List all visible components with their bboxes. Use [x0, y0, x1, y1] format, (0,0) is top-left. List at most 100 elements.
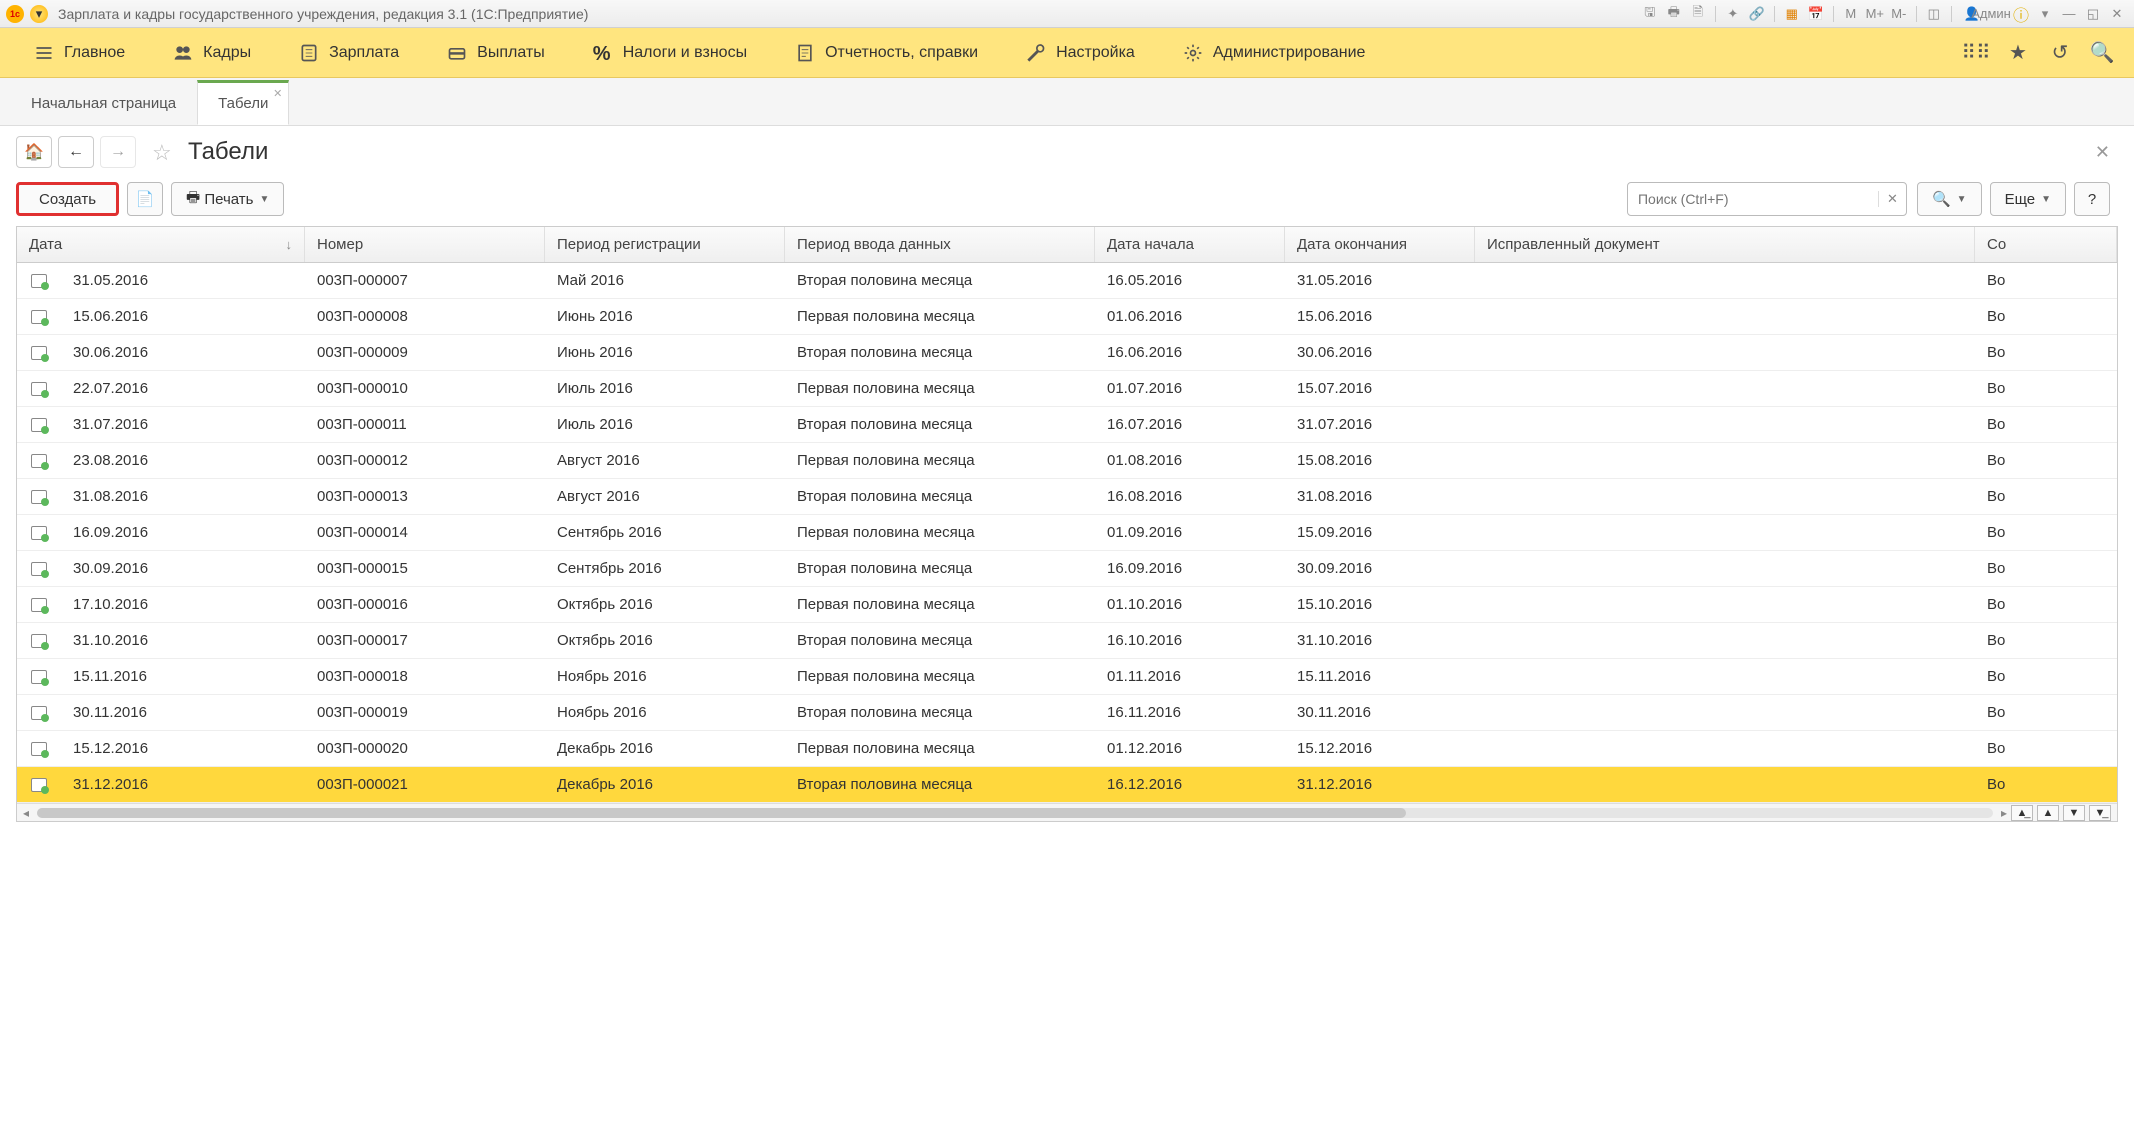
menu-hr[interactable]: Кадры — [149, 28, 275, 77]
row-status-icon — [17, 263, 61, 298]
calc-icon[interactable]: ▦ — [1781, 4, 1803, 24]
scrollbar-thumb[interactable] — [37, 808, 1406, 818]
current-user[interactable]: 👤 Админ — [1958, 4, 2008, 24]
save-icon[interactable]: 🖫 — [1639, 4, 1661, 24]
col-data-period[interactable]: Период ввода данных — [785, 227, 1095, 262]
cell-date-start: 01.09.2016 — [1095, 515, 1285, 550]
table-row[interactable]: 16.09.2016003П-000014Сентябрь 2016Первая… — [17, 515, 2117, 551]
row-status-icon — [17, 371, 61, 406]
m-button[interactable]: M — [1840, 4, 1862, 24]
app-dropdown-icon[interactable]: ▾ — [30, 5, 48, 23]
menu-payments[interactable]: Выплаты — [423, 28, 569, 77]
table-row[interactable]: 30.11.2016003П-000019Ноябрь 2016Вторая п… — [17, 695, 2117, 731]
col-date-start[interactable]: Дата начала — [1095, 227, 1285, 262]
star-icon[interactable]: ★ — [2006, 41, 2030, 65]
dropdown-icon[interactable]: ▾ — [2034, 4, 2056, 24]
more-button[interactable]: Еще▼ — [1990, 182, 2066, 216]
table-row[interactable]: 15.12.2016003П-000020Декабрь 2016Первая … — [17, 731, 2117, 767]
cell-date-end: 31.07.2016 — [1285, 407, 1475, 442]
tab-home[interactable]: Начальная страница — [10, 82, 197, 125]
minimize-icon[interactable]: — — [2058, 4, 2080, 24]
back-button[interactable]: ← — [58, 136, 94, 168]
cell-date-end: 31.05.2016 — [1285, 263, 1475, 298]
cell-date: 16.09.2016 — [61, 515, 305, 550]
goto-up-icon[interactable]: ▲ — [2037, 805, 2059, 821]
table-row[interactable]: 31.05.2016003П-000007Май 2016Вторая поло… — [17, 263, 2117, 299]
cell-last: Во — [1975, 695, 2117, 730]
close-window-icon[interactable]: ✕ — [2106, 4, 2128, 24]
table-header: Дата Номер Период регистрации Период вво… — [17, 227, 2117, 263]
copy-button[interactable]: 📄 — [127, 182, 163, 216]
favorite-toggle-icon[interactable]: ☆ — [152, 140, 176, 164]
cell-date-start: 01.07.2016 — [1095, 371, 1285, 406]
cell-period: Первая половина месяца — [785, 371, 1095, 406]
table-row[interactable]: 17.10.2016003П-000016Октябрь 2016Первая … — [17, 587, 2117, 623]
row-status-icon — [17, 335, 61, 370]
table-row[interactable]: 22.07.2016003П-000010Июль 2016Первая пол… — [17, 371, 2117, 407]
cell-date-end: 15.09.2016 — [1285, 515, 1475, 550]
menu-taxes[interactable]: %Налоги и взносы — [569, 28, 771, 77]
col-date-end[interactable]: Дата окончания — [1285, 227, 1475, 262]
link-icon[interactable]: 🔗 — [1746, 4, 1768, 24]
cell-corrected — [1475, 551, 1975, 586]
cell-date-end: 30.06.2016 — [1285, 335, 1475, 370]
home-button[interactable]: 🏠 — [16, 136, 52, 168]
cell-date: 17.10.2016 — [61, 587, 305, 622]
history-icon[interactable]: ↺ — [2048, 41, 2072, 65]
maximize-icon[interactable]: ◱ — [2082, 4, 2104, 24]
print-button[interactable]: 🖶 Печать▼ — [171, 182, 284, 216]
search-icon[interactable]: 🔍 — [2090, 41, 2114, 65]
m-plus-button[interactable]: M+ — [1864, 4, 1886, 24]
clear-search-icon[interactable]: ✕ — [1878, 191, 1906, 207]
table-row[interactable]: 15.06.2016003П-000008Июнь 2016Первая пол… — [17, 299, 2117, 335]
create-button[interactable]: Создать — [16, 182, 119, 216]
menu-admin[interactable]: Администрирование — [1159, 28, 1390, 77]
search-input[interactable] — [1628, 191, 1878, 207]
compare-icon[interactable]: 🗎 — [1687, 4, 1709, 24]
m-minus-button[interactable]: M- — [1888, 4, 1910, 24]
menu-settings[interactable]: Настройка — [1002, 28, 1159, 77]
table-row[interactable]: 15.11.2016003П-000018Ноябрь 2016Первая п… — [17, 659, 2117, 695]
horizontal-scrollbar[interactable]: ◂ ▸ ▲̲ ▲ ▼ ▼̲ — [17, 803, 2117, 821]
goto-first-icon[interactable]: ▲̲ — [2011, 805, 2033, 821]
cell-date-end: 15.06.2016 — [1285, 299, 1475, 334]
col-number[interactable]: Номер — [305, 227, 545, 262]
col-reg-period[interactable]: Период регистрации — [545, 227, 785, 262]
table-row[interactable]: 30.09.2016003П-000015Сентябрь 2016Вторая… — [17, 551, 2117, 587]
table-row[interactable]: 30.06.2016003П-000009Июнь 2016Вторая пол… — [17, 335, 2117, 371]
action-bar: Создать 📄 🖶 Печать▼ ✕ 🔍▼ Еще▼ ? — [16, 182, 2118, 216]
help-button[interactable]: ? — [2074, 182, 2110, 216]
menu-main[interactable]: Главное — [10, 28, 149, 77]
print-icon[interactable]: 🖶 — [1663, 4, 1685, 24]
table-row[interactable]: 31.12.2016003П-000021Декабрь 2016Вторая … — [17, 767, 2117, 803]
menu-payroll[interactable]: Зарплата — [275, 28, 423, 77]
menu-reports[interactable]: Отчетность, справки — [771, 28, 1002, 77]
tab-timesheets[interactable]: Табели✕ — [197, 80, 289, 125]
table-row[interactable]: 31.07.2016003П-000011Июль 2016Вторая пол… — [17, 407, 2117, 443]
goto-down-icon[interactable]: ▼ — [2063, 805, 2085, 821]
apps-grid-icon[interactable]: ⠿⠿ — [1964, 41, 1988, 65]
table-row[interactable]: 31.08.2016003П-000013Август 2016Вторая п… — [17, 479, 2117, 515]
scroll-left-icon[interactable]: ◂ — [23, 806, 29, 820]
table-row[interactable]: 31.10.2016003П-000017Октябрь 2016Вторая … — [17, 623, 2117, 659]
calendar-icon[interactable]: 📅 — [1805, 4, 1827, 24]
cell-period: Вторая половина месяца — [785, 695, 1095, 730]
cell-period: Первая половина месяца — [785, 299, 1095, 334]
forward-button[interactable]: → — [100, 136, 136, 168]
scroll-right-icon[interactable]: ▸ — [2001, 806, 2007, 820]
col-last[interactable]: Со — [1975, 227, 2117, 262]
col-date[interactable]: Дата — [17, 227, 305, 262]
chevron-down-icon: ▼ — [2041, 194, 2051, 205]
favorite-add-icon[interactable]: ✦ — [1722, 4, 1744, 24]
table-row[interactable]: 23.08.2016003П-000012Август 2016Первая п… — [17, 443, 2117, 479]
cell-last: Во — [1975, 551, 2117, 586]
col-corrected[interactable]: Исправленный документ — [1475, 227, 1975, 262]
close-tab-icon[interactable]: ✕ — [273, 87, 282, 100]
goto-last-icon[interactable]: ▼̲ — [2089, 805, 2111, 821]
info-icon[interactable]: ⓘ — [2010, 4, 2032, 24]
search-button[interactable]: 🔍▼ — [1917, 182, 1982, 216]
panels-icon[interactable]: ◫ — [1923, 4, 1945, 24]
app-logo-icon: 1c — [6, 5, 24, 23]
cell-date-start: 16.11.2016 — [1095, 695, 1285, 730]
close-page-icon[interactable]: ✕ — [2087, 138, 2118, 167]
